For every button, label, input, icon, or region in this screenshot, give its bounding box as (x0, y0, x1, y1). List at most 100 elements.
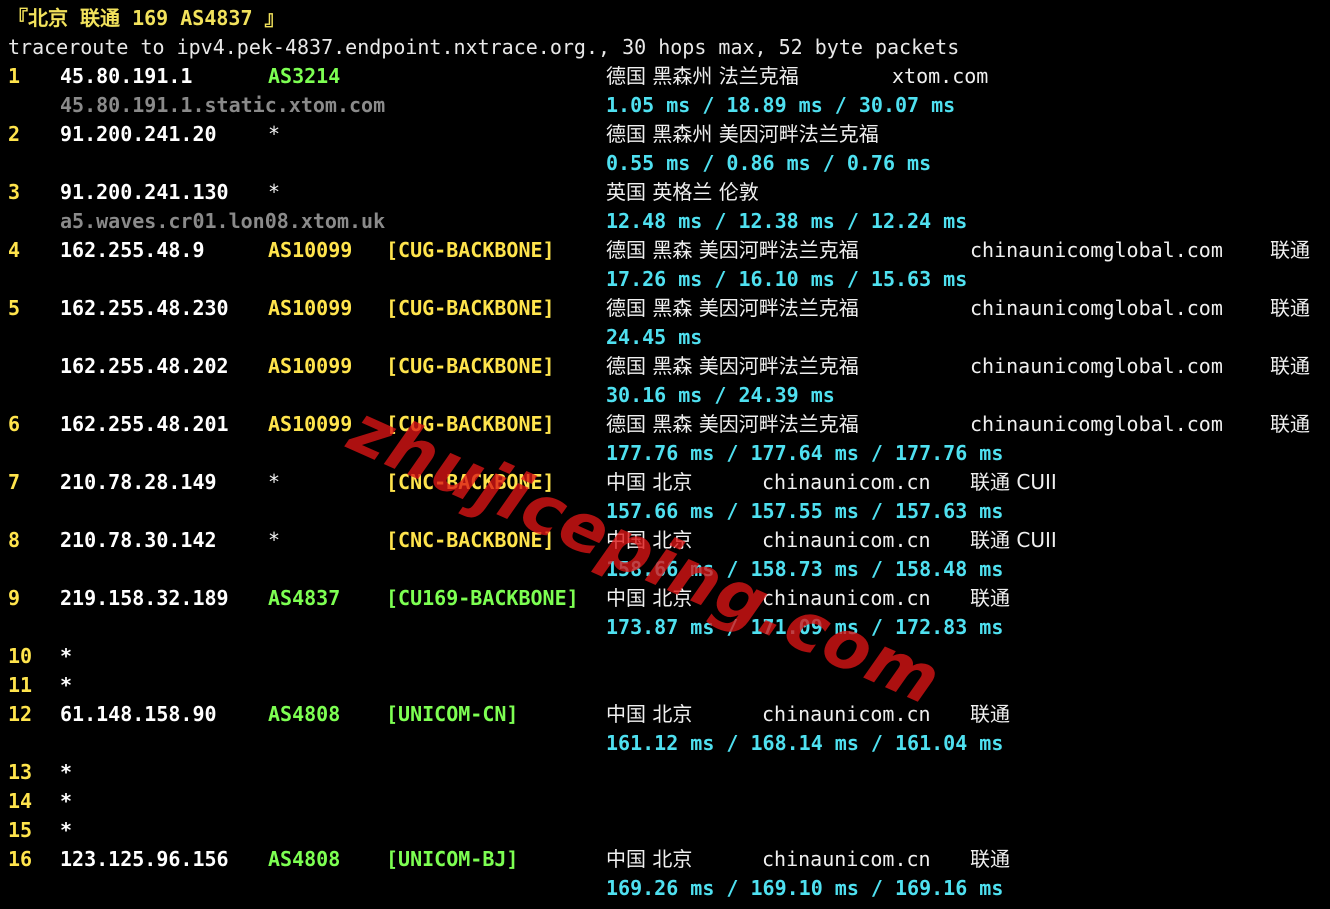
hop-number: 5 (8, 296, 21, 320)
hop-backbone-tag: [CUG-BACKBONE] (386, 354, 555, 378)
hop-latency: 1.05 ms / 18.89 ms / 30.07 ms (606, 93, 956, 117)
hop-number: 13 (8, 760, 33, 784)
hop-geo-location: 德国 黑森 美因河畔法兰克福 (606, 296, 859, 320)
hop-number: 6 (8, 412, 21, 436)
hop-latency: 173.87 ms / 171.09 ms / 172.83 ms (606, 615, 1004, 639)
hop-detail-row: 169.26 ms / 169.10 ms / 169.16 ms (0, 874, 1330, 903)
hop-detail-row: 173.87 ms / 171.09 ms / 172.83 ms (0, 613, 1330, 642)
hop-latency: 161.12 ms / 168.14 ms / 161.04 ms (606, 731, 1004, 755)
hop-ip: 219.158.32.189 (60, 586, 229, 610)
hop-number: 16 (8, 847, 33, 871)
hop-asn: AS10099 (268, 354, 353, 378)
hop-row: 7 210.78.28.149 * [CNC-BACKBONE] 中国 北京 chinau… (0, 468, 1330, 497)
hop-backbone-tag: [CU169-BACKBONE] (386, 586, 579, 610)
hop-detail-row: 30.16 ms / 24.39 ms (0, 381, 1330, 410)
hop-isp: 联通 (1270, 354, 1310, 378)
hop-backbone-tag: [CUG-BACKBONE] (386, 296, 555, 320)
hop-asn: * (268, 528, 281, 552)
hop-row: 5 162.255.48.230 AS10099 [CUG-BACKBONE] 德国 黑… (0, 294, 1330, 323)
hop-isp: 联通 (970, 847, 1010, 871)
hop-asn: AS4808 (268, 847, 341, 871)
hop-detail-row: 177.76 ms / 177.64 ms / 177.76 ms (0, 439, 1330, 468)
hop-latency: 24.45 ms (606, 325, 703, 349)
hop-asn: AS10099 (268, 296, 353, 320)
hop-geo-location: 中国 北京 (606, 586, 693, 610)
hop-asn: AS4837 (268, 586, 341, 610)
hop-row: 8 210.78.30.142 * [CNC-BACKBONE] 中国 北京 chinau… (0, 526, 1330, 555)
section-title: 『北京 联通 169 AS4837 』 (8, 6, 285, 30)
hop-rdns: a5.waves.cr01.lon08.xtom.uk (60, 209, 386, 233)
hop-row: 16 123.125.96.156 AS4808 [UNICOM-BJ] 中国 北京 ch… (0, 845, 1330, 874)
hop-asn: * (268, 180, 281, 204)
hop-domain: chinaunicom.cn (762, 586, 931, 610)
hop-number: 10 (8, 644, 33, 668)
hop-domain: chinaunicom.cn (762, 470, 931, 494)
hop-timeout: * (60, 818, 73, 842)
hop-asn: AS10099 (268, 238, 353, 262)
hop-backbone-tag: [UNICOM-CN] (386, 702, 519, 726)
hop-ip: 162.255.48.230 (60, 296, 229, 320)
hop-detail-row: 17.26 ms / 16.10 ms / 15.63 ms (0, 265, 1330, 294)
hop-asn: AS4808 (268, 702, 341, 726)
hop-domain: xtom.com (892, 64, 989, 88)
hop-backbone-tag: [CNC-BACKBONE] (386, 470, 555, 494)
hop-isp: 联通 (1270, 238, 1310, 262)
hop-row: 14 * (0, 787, 1330, 816)
hop-domain: chinaunicomglobal.com (970, 296, 1223, 320)
hop-row: 10 * (0, 642, 1330, 671)
hop-ip: 45.80.191.1 (60, 64, 193, 88)
hop-isp: 联通 (1270, 296, 1310, 320)
hop-timeout: * (60, 644, 73, 668)
hop-detail-row: a5.waves.cr01.lon08.xtom.uk 12.48 ms / 12… (0, 207, 1330, 236)
hop-row: 12 61.148.158.90 AS4808 [UNICOM-CN] 中国 北京 chi… (0, 700, 1330, 729)
hop-timeout: * (60, 760, 73, 784)
hop-detail-row: 158.66 ms / 158.73 ms / 158.48 ms (0, 555, 1330, 584)
hop-domain: chinaunicomglobal.com (970, 238, 1223, 262)
hop-detail-row: 157.66 ms / 157.55 ms / 157.63 ms (0, 497, 1330, 526)
hop-asn: AS10099 (268, 412, 353, 436)
hop-ip: 123.125.96.156 (60, 847, 229, 871)
hop-number: 2 (8, 122, 21, 146)
hop-geo-location: 中国 北京 (606, 528, 693, 552)
hop-ip: 61.148.158.90 (60, 702, 217, 726)
hop-number: 4 (8, 238, 21, 262)
hop-ip: 210.78.30.142 (60, 528, 217, 552)
hop-domain: chinaunicom.cn (762, 528, 931, 552)
hop-geo-location: 中国 北京 (606, 702, 693, 726)
hop-number: 11 (8, 673, 33, 697)
hop-geo-location: 德国 黑森州 法兰克福 (606, 64, 799, 88)
hop-backbone-tag: [CUG-BACKBONE] (386, 238, 555, 262)
hop-geo-location: 中国 北京 (606, 847, 693, 871)
hop-row: 1 45.80.191.1 AS3214 德国 黑森州 法兰克福 xtom.com (0, 62, 1330, 91)
hop-isp: 联通 CUII (970, 470, 1057, 494)
hop-ip: 210.78.28.149 (60, 470, 217, 494)
hop-timeout: * (60, 673, 73, 697)
hop-isp: 联通 (970, 586, 1010, 610)
hop-number: 9 (8, 586, 21, 610)
hop-isp: 联通 CUII (970, 528, 1057, 552)
hop-isp: 联通 (970, 702, 1010, 726)
hop-asn: * (268, 470, 281, 494)
hop-latency: 177.76 ms / 177.64 ms / 177.76 ms (606, 441, 1004, 465)
hop-latency: 169.26 ms / 169.10 ms / 169.16 ms (606, 876, 1004, 900)
hop-row: 4 162.255.48.9 AS10099 [CUG-BACKBONE] 德国 黑森 … (0, 236, 1330, 265)
hop-row: 6 162.255.48.201 AS10099 [CUG-BACKBONE] 德国 黑… (0, 410, 1330, 439)
hop-ip: 91.200.241.20 (60, 122, 217, 146)
hop-ip: 162.255.48.201 (60, 412, 229, 436)
hop-geo-location: 中国 北京 (606, 470, 693, 494)
hop-latency: 30.16 ms / 24.39 ms (606, 383, 835, 407)
hop-number: 12 (8, 702, 33, 726)
hop-rdns: 45.80.191.1.static.xtom.com (60, 93, 386, 117)
hop-detail-row: 24.45 ms (0, 323, 1330, 352)
hop-number: 7 (8, 470, 21, 494)
hop-row: 3 91.200.241.130 * 英国 英格兰 伦敦 (0, 178, 1330, 207)
hop-geo-location: 德国 黑森 美因河畔法兰克福 (606, 354, 859, 378)
hop-latency: 157.66 ms / 157.55 ms / 157.63 ms (606, 499, 1004, 523)
hop-number: 3 (8, 180, 21, 204)
hop-number: 14 (8, 789, 33, 813)
hop-detail-row: 161.12 ms / 168.14 ms / 161.04 ms (0, 729, 1330, 758)
hop-latency: 17.26 ms / 16.10 ms / 15.63 ms (606, 267, 968, 291)
hop-geo-location: 德国 黑森 美因河畔法兰克福 (606, 238, 859, 262)
hop-number: 8 (8, 528, 21, 552)
hop-backbone-tag: [UNICOM-BJ] (386, 847, 519, 871)
